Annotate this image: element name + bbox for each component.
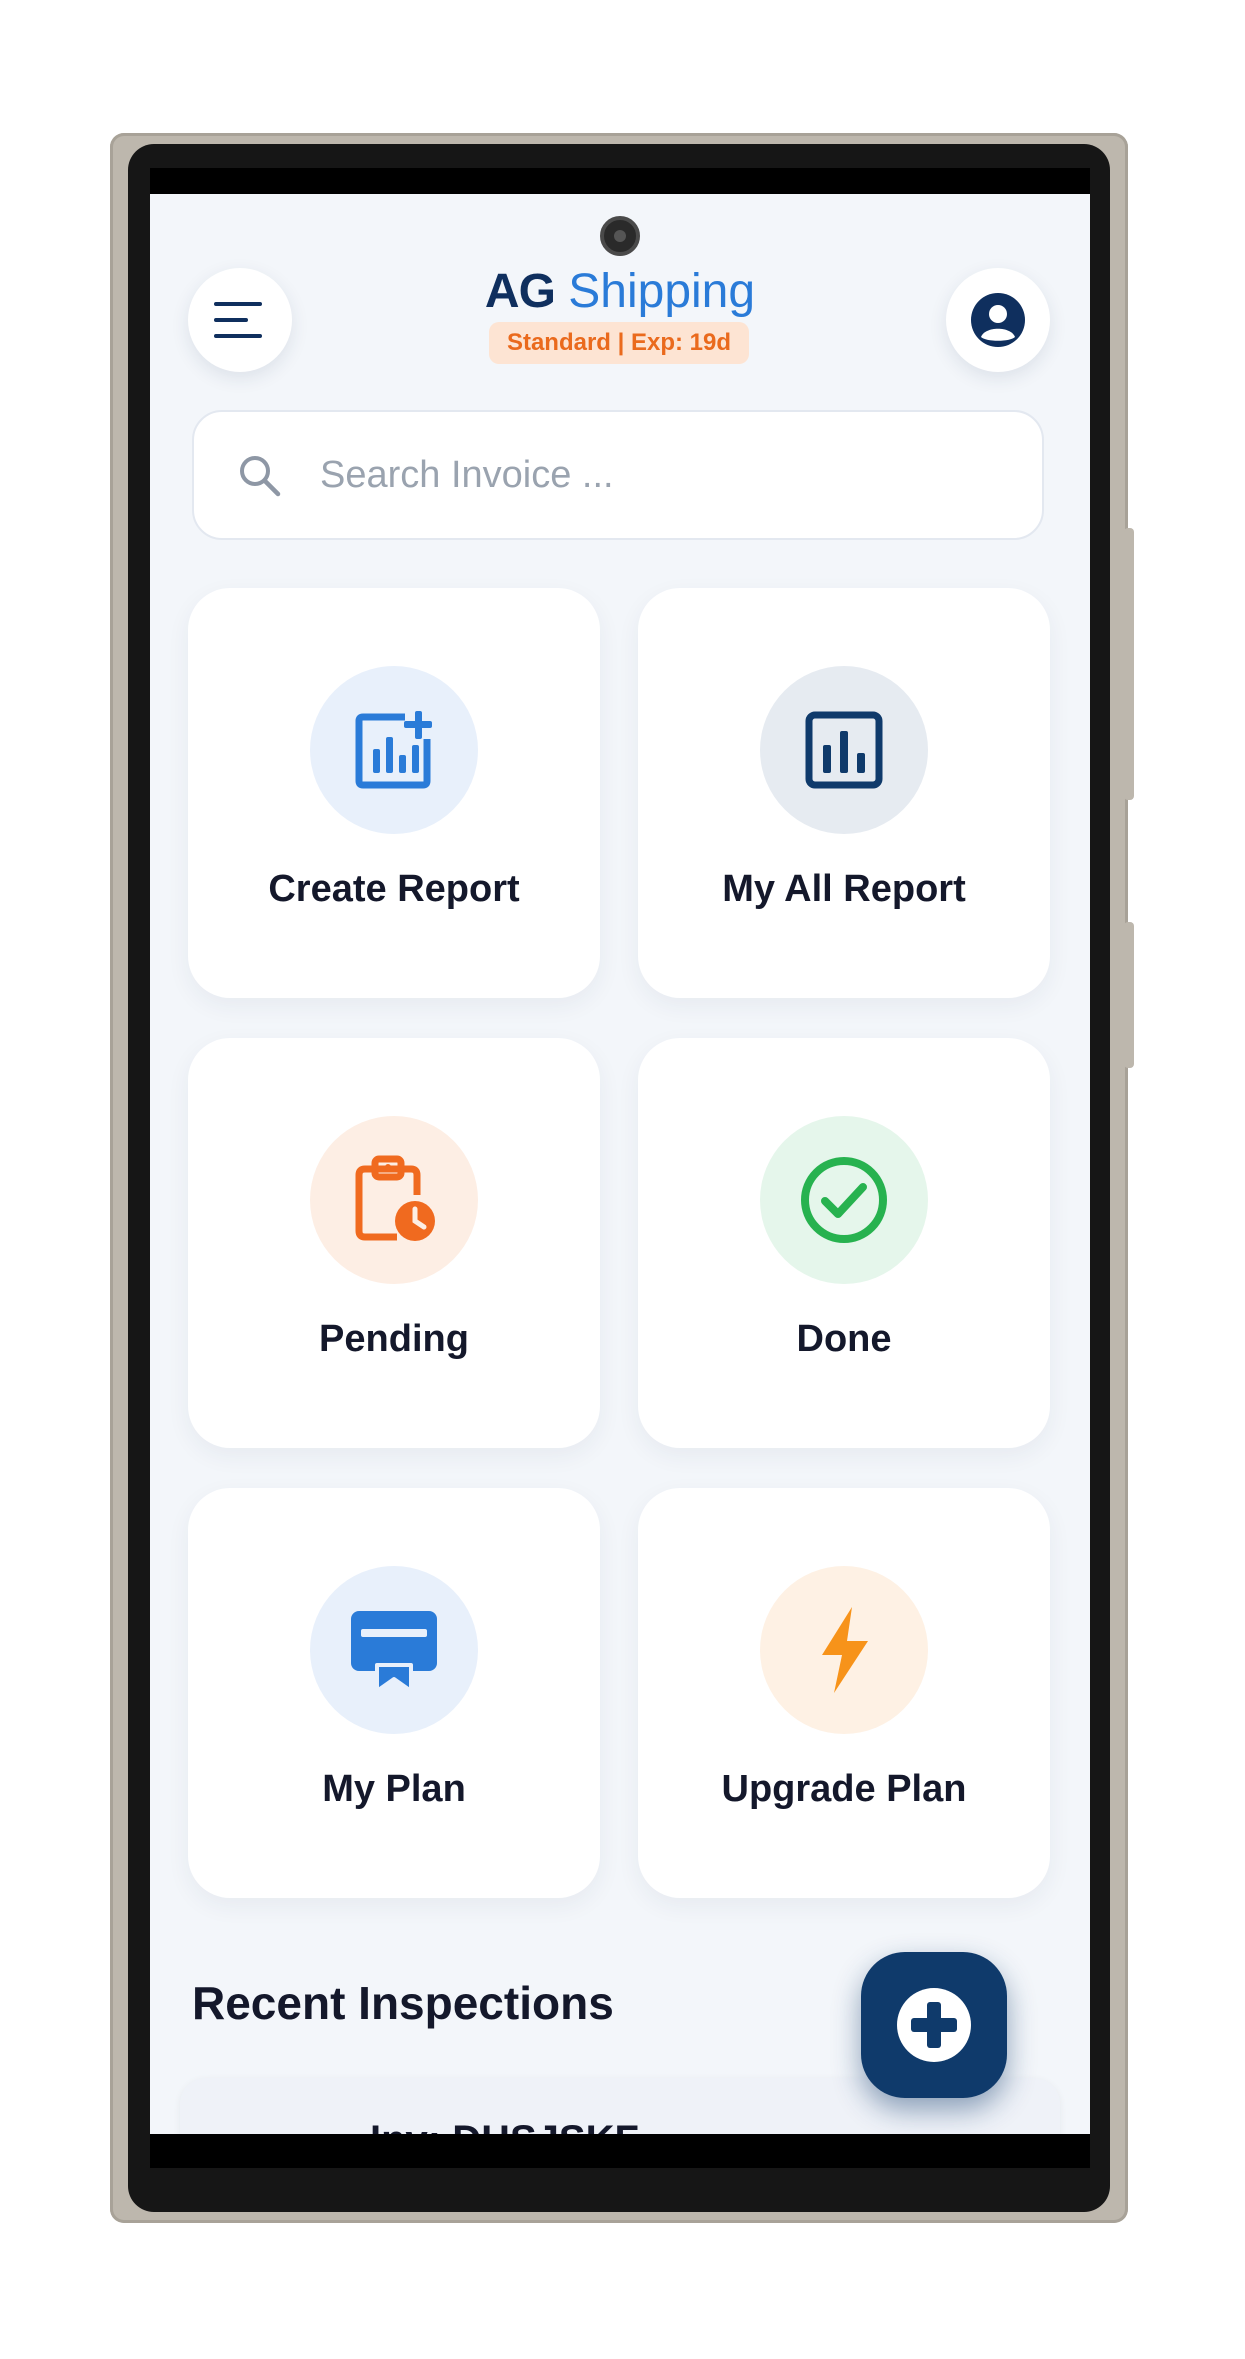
tile-icon-circle (310, 1116, 478, 1284)
tile-label: Pending (319, 1318, 469, 1360)
report-add-icon (355, 711, 432, 789)
tile-icon-circle (760, 1566, 928, 1734)
tile-label: My Plan (322, 1768, 466, 1810)
tile-create-report[interactable]: Create Report (188, 588, 600, 998)
tile-icon-circle (310, 666, 478, 834)
tile-label: Upgrade Plan (721, 1768, 967, 1810)
search-icon (240, 456, 281, 497)
tile-done[interactable]: Done (638, 1038, 1050, 1448)
add-inspection-button[interactable] (861, 1952, 1007, 2098)
tile-upgrade-plan[interactable]: Upgrade Plan (638, 1488, 1050, 1898)
app-home-screen: AG Shipping Standard | Exp: 19d Search I… (150, 194, 1090, 2134)
tile-my-all-report[interactable]: My All Report (638, 588, 1050, 998)
tile-icon-circle (310, 1566, 478, 1734)
profile-button[interactable] (946, 268, 1050, 372)
recent-inspections-heading: Recent Inspections (192, 1977, 614, 2029)
lightning-icon (822, 1607, 868, 1693)
phone-side-button (1124, 528, 1134, 800)
plus-circle-icon (897, 1988, 971, 2062)
search-bar[interactable] (192, 410, 1044, 540)
inspection-invoice: Inv: DHSJSKF (370, 2118, 639, 2134)
brand-primary: AG (484, 265, 556, 318)
tile-my-plan[interactable]: My Plan (188, 1488, 600, 1898)
user-avatar-icon (971, 293, 1025, 347)
screen-bottom-edge (150, 2134, 1090, 2168)
check-circle-icon (801, 1157, 887, 1243)
tile-label: My All Report (722, 868, 966, 910)
search-input[interactable] (318, 452, 1002, 498)
tile-pending[interactable]: Pending (188, 1038, 600, 1448)
phone-power-button (1124, 922, 1134, 1068)
phone-screen: AG Shipping Standard | Exp: 19d Search I… (150, 168, 1090, 2168)
tile-label: Done (796, 1318, 892, 1360)
clipboard-clock-icon (355, 1155, 435, 1241)
bar-chart-icon (805, 711, 883, 789)
front-camera (600, 216, 640, 256)
tile-label: Create Report (268, 868, 520, 910)
tile-icon-circle (760, 1116, 928, 1284)
plan-status-badge: Standard | Exp: 19d (489, 322, 749, 364)
card-ribbon-icon (351, 1611, 437, 1693)
brand-secondary: Shipping (568, 265, 756, 318)
tile-icon-circle (760, 666, 928, 834)
